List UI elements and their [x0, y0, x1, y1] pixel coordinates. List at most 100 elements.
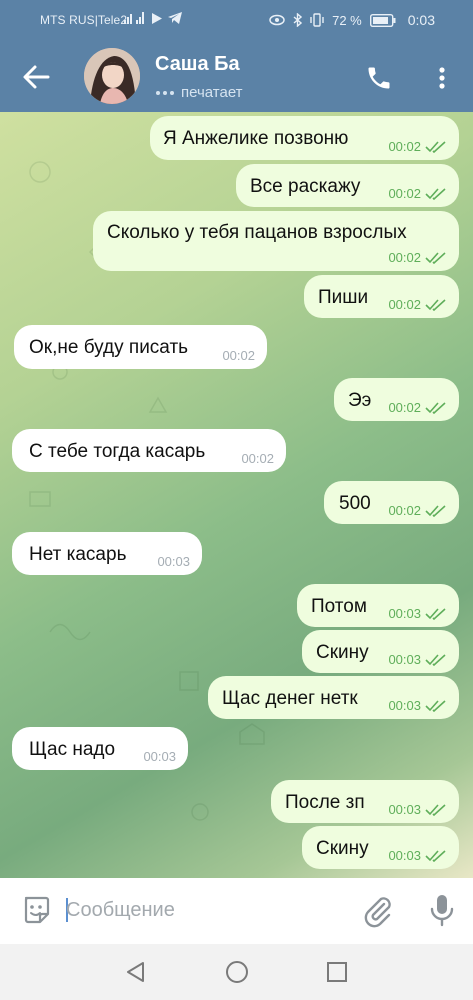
arrow-left-icon — [23, 65, 50, 89]
play-store-icon — [152, 13, 162, 24]
message-time: 00:02 — [388, 250, 421, 265]
call-button[interactable] — [365, 64, 393, 92]
double-check-icon — [425, 251, 446, 264]
message-meta: 00:02 — [241, 451, 274, 466]
attach-button[interactable] — [362, 894, 394, 928]
message-bubble[interactable]: Потом 00:03 — [297, 584, 459, 627]
message-time: 00:02 — [388, 139, 421, 154]
avatar[interactable] — [84, 48, 140, 104]
message-text: Щас денег нетк — [222, 688, 358, 709]
message-list[interactable]: Я Анжелике позвоню 00:02 Все раскажу 00:… — [0, 112, 473, 878]
message-text: Я Анжелике позвоню — [163, 128, 349, 149]
double-check-icon — [425, 298, 446, 311]
message-text: Ээ — [348, 390, 372, 411]
message-meta: 00:03 — [388, 848, 447, 863]
double-check-icon — [425, 699, 446, 712]
square-recents-icon — [327, 962, 347, 982]
message-text: С тебе тогда касарь — [29, 441, 206, 462]
double-check-icon — [425, 607, 446, 620]
double-check-icon — [425, 504, 446, 517]
message-time: 00:02 — [388, 400, 421, 415]
message-bubble[interactable]: Сколько у тебя пацанов взрослых 00:02 — [93, 211, 459, 271]
message-time: 00:03 — [388, 848, 421, 863]
message-time: 00:02 — [241, 451, 274, 466]
message-time: 00:03 — [388, 802, 421, 817]
message-bubble[interactable]: Ок,не буду писать 00:02 — [14, 325, 267, 369]
message-text: Все раскажу — [250, 176, 361, 197]
message-meta: 00:02 — [388, 503, 447, 518]
message-time: 00:03 — [157, 554, 190, 569]
more-menu-button[interactable] — [430, 64, 454, 92]
message-time: 00:03 — [388, 606, 421, 621]
message-meta: 00:03 — [143, 749, 176, 764]
bluetooth-icon — [293, 13, 303, 27]
voice-record-button[interactable] — [428, 892, 456, 928]
message-meta: 00:02 — [388, 297, 447, 312]
double-check-icon — [425, 187, 446, 200]
message-composer — [0, 878, 473, 944]
message-bubble[interactable]: С тебе тогда касарь 00:02 — [12, 429, 286, 472]
message-bubble[interactable]: Нет касарь 00:03 — [12, 532, 202, 575]
message-time: 00:03 — [388, 698, 421, 713]
message-meta: 00:02 — [388, 400, 447, 415]
system-nav-bar — [0, 944, 473, 1000]
status-right: 72 % 0:03 — [269, 12, 435, 28]
typing-status: печатает — [156, 84, 243, 101]
double-check-icon — [425, 401, 446, 414]
nav-recents-button[interactable] — [326, 961, 348, 983]
message-meta: 00:03 — [388, 802, 447, 817]
double-check-icon — [425, 849, 446, 862]
paperclip-icon — [364, 897, 391, 928]
sticker-icon — [24, 896, 50, 924]
message-text: Ок,не буду писать — [29, 337, 189, 358]
nav-home-button[interactable] — [225, 960, 249, 984]
message-bubble[interactable]: Скину 00:03 — [302, 826, 459, 869]
message-meta: 00:03 — [157, 554, 190, 569]
message-time: 00:02 — [222, 348, 255, 363]
message-bubble[interactable]: Я Анжелике позвоню 00:02 — [150, 116, 459, 160]
status-bar: MTS RUS|Tele2 72 % 0:03 — [0, 0, 473, 38]
message-meta: 00:02 — [388, 139, 447, 154]
message-meta: 00:03 — [388, 606, 447, 621]
message-bubble[interactable]: Все раскажу 00:02 — [236, 164, 459, 207]
message-bubble[interactable]: Щас надо 00:03 — [12, 727, 188, 770]
message-time: 00:03 — [143, 749, 176, 764]
emoji-button[interactable] — [20, 894, 52, 926]
double-check-icon — [425, 803, 446, 816]
typing-label: печатает — [181, 84, 243, 101]
message-meta: 00:02 — [388, 250, 447, 265]
message-meta: 00:02 — [388, 186, 447, 201]
microphone-icon — [430, 895, 454, 927]
typing-dots-icon — [156, 90, 174, 95]
message-time: 00:02 — [388, 297, 421, 312]
phone-icon — [368, 67, 390, 89]
message-text: Щас надо — [29, 739, 116, 760]
message-bubble[interactable]: После зп 00:03 — [271, 780, 459, 823]
eye-icon — [269, 14, 285, 26]
message-text: 500 — [339, 493, 371, 514]
double-check-icon — [425, 140, 446, 153]
message-time: 00:03 — [388, 652, 421, 667]
message-bubble[interactable]: Ээ 00:02 — [334, 378, 459, 421]
clock: 0:03 — [407, 12, 435, 28]
double-check-icon — [425, 653, 446, 666]
back-button[interactable] — [22, 64, 50, 90]
message-time: 00:02 — [388, 503, 421, 518]
more-vertical-icon — [439, 67, 445, 89]
message-meta: 00:02 — [222, 348, 255, 363]
vibrate-icon — [310, 13, 324, 27]
carrier-label: MTS RUS|Tele2 — [40, 13, 128, 27]
chat-title[interactable]: Саша Ба — [155, 53, 240, 76]
battery-icon — [369, 13, 396, 27]
message-meta: 00:03 — [388, 652, 447, 667]
message-bubble[interactable]: Щас денег нетк 00:03 — [208, 676, 459, 719]
signal-icon — [124, 10, 146, 24]
message-input[interactable] — [66, 892, 346, 928]
message-bubble[interactable]: 500 00:02 — [324, 481, 459, 524]
message-time: 00:02 — [388, 186, 421, 201]
message-bubble[interactable]: Скину 00:03 — [302, 630, 459, 673]
nav-back-button[interactable] — [124, 960, 148, 984]
message-bubble[interactable]: Пиши 00:02 — [304, 275, 459, 318]
telegram-notification-icon — [168, 12, 182, 24]
message-text: После зп — [285, 792, 365, 813]
